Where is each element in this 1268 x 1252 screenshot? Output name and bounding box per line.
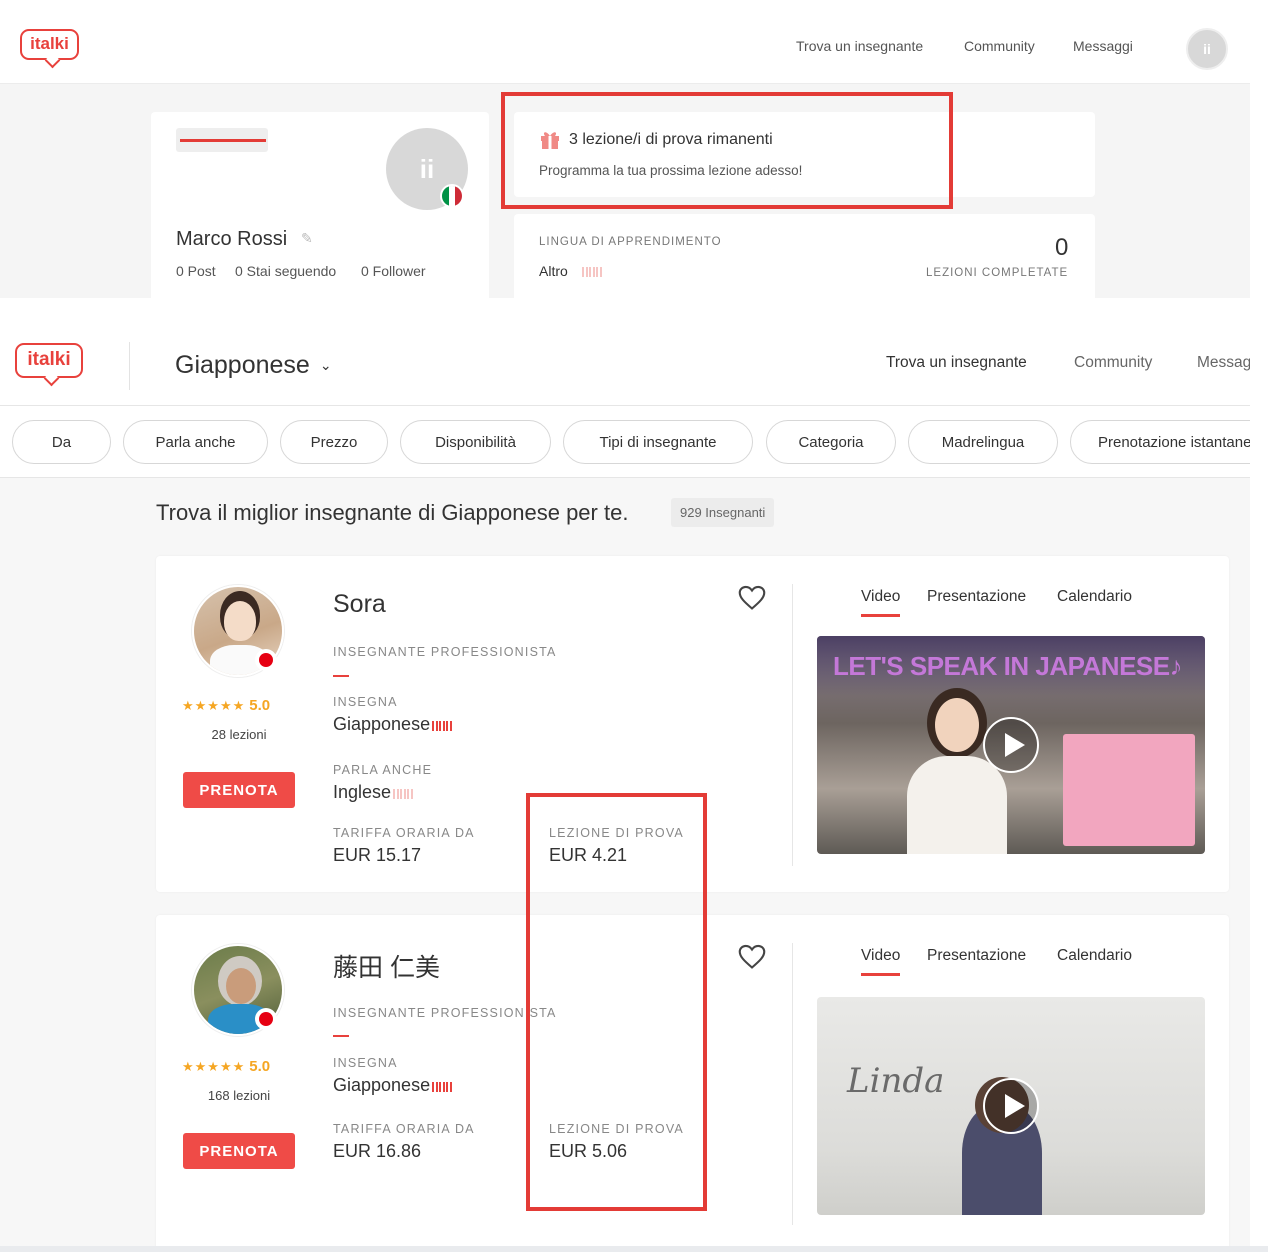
favorite-heart-icon[interactable] — [738, 944, 766, 970]
rating-value: 5.0 — [249, 1058, 271, 1075]
teacher-count-badge: 929 Insegnanti — [671, 498, 775, 527]
filter-teacher-type[interactable]: Tipi di insegnante — [563, 420, 753, 464]
italki-logo[interactable]: italki — [15, 343, 83, 378]
teacher-name[interactable]: 藤田 仁美 — [333, 948, 440, 984]
teacher-search-screenshot: italki Giapponese ⌄ Trova un insegnante C… — [0, 318, 1250, 1248]
results-heading: Trova il miglior insegnante di Giappones… — [156, 500, 629, 525]
following-count[interactable]: 0 Stai seguendo — [235, 263, 336, 279]
top-navbar: italki Trova un insegnante Community Mes… — [0, 0, 1250, 84]
rating-value: 5.0 — [249, 697, 271, 714]
accent-dash — [333, 675, 349, 677]
nav-community[interactable]: Community — [1074, 354, 1152, 372]
nav-find-teacher[interactable]: Trova un insegnante — [796, 38, 923, 54]
gift-icon — [541, 132, 559, 149]
teacher-card[interactable]: ★★★★★ 5.0 28 lezioni PRENOTA Sora INSEGNA… — [156, 556, 1229, 892]
posts-count[interactable]: 0 Post — [176, 263, 216, 279]
tab-video[interactable]: Video — [861, 947, 901, 976]
bottom-edge — [0, 1246, 1268, 1252]
teaches-label: INSEGNA — [333, 1056, 398, 1070]
filter-from[interactable]: Da — [12, 420, 111, 464]
tab-presentation[interactable]: Presentazione — [927, 588, 1026, 606]
profile-screenshot: italki Trova un insegnante Community Mes… — [0, 0, 1250, 298]
filter-price[interactable]: Prezzo — [280, 420, 388, 464]
lessons-count: 168 lezioni — [207, 1088, 271, 1103]
filter-native[interactable]: Madrelingua — [908, 420, 1058, 464]
learning-card: LINGUA DI APPRENDIMENTO Altro 0 LEZIONI … — [514, 214, 1095, 298]
nav-community[interactable]: Community — [964, 38, 1035, 54]
user-avatar[interactable]: ii — [1186, 28, 1228, 70]
filter-also-speaks[interactable]: Parla anche — [123, 420, 268, 464]
hourly-rate: EUR 16.86 — [333, 1141, 422, 1161]
book-button[interactable]: PRENOTA — [183, 772, 295, 808]
filter-availability[interactable]: Disponibilità — [400, 420, 551, 464]
intro-video[interactable]: LET'S SPEAK IN JAPANESE♪ — [817, 636, 1205, 854]
tab-calendar[interactable]: Calendario — [1057, 947, 1132, 965]
learning-language: Altro — [539, 263, 568, 279]
nav-messages[interactable]: Messaggi — [1073, 38, 1133, 54]
language-level-icon — [582, 264, 603, 282]
followers-count[interactable]: 0 Follower — [361, 263, 426, 279]
trial-banner-title: 3 lezione/i di prova rimanenti — [569, 131, 773, 148]
also-speaks-label: PARLA ANCHE — [333, 763, 433, 777]
video-caption: LET'S SPEAK IN JAPANESE♪ — [833, 651, 1183, 681]
book-button[interactable]: PRENOTA — [183, 1133, 295, 1169]
also-speaks-language: Inglese — [333, 782, 414, 804]
filter-bar: Da Parla anche Prezzo Disponibilità Tipi… — [0, 406, 1250, 478]
learning-language-label: LINGUA DI APPRENDIMENTO — [539, 236, 722, 248]
nav-messages[interactable]: Messaggi — [1197, 354, 1250, 372]
tab-presentation[interactable]: Presentazione — [927, 947, 1026, 965]
hourly-rate: EUR 15.17 — [333, 845, 422, 865]
tab-video[interactable]: Video — [861, 588, 901, 617]
tab-calendar[interactable]: Calendario — [1057, 588, 1132, 606]
accent-dash — [333, 1035, 349, 1037]
trial-banner-subtitle: Programma la tua prossima lezione adesso… — [539, 163, 803, 178]
native-level-icon — [432, 1076, 453, 1097]
teacher-card[interactable]: ★★★★★ 5.0 168 lezioni PRENOTA 藤田 仁美 INSEG… — [156, 915, 1229, 1248]
japan-flag-icon — [255, 1008, 277, 1030]
profile-name: Marco Rossi — [176, 228, 288, 250]
rating-stars: ★★★★★ 5.0 — [182, 697, 270, 714]
play-icon[interactable] — [983, 1078, 1039, 1134]
language-level-icon — [393, 783, 414, 804]
hourly-rate-label: TARIFFA ORARIA DA — [333, 1122, 475, 1136]
italy-flag-icon — [440, 184, 464, 208]
completed-label: LEZIONI COMPLETATE — [926, 267, 1069, 279]
trial-lesson-price: EUR 4.21 — [549, 845, 628, 865]
navbar-divider — [129, 342, 130, 390]
rating-stars: ★★★★★ 5.0 — [182, 1058, 270, 1075]
play-icon[interactable] — [983, 717, 1039, 773]
redacted-id — [176, 128, 268, 152]
teaches-language: Giapponese — [333, 1075, 453, 1097]
search-navbar: italki Giapponese ⌄ Trova un insegnante C… — [0, 318, 1250, 406]
teaches-language: Giapponese — [333, 714, 453, 736]
filter-category[interactable]: Categoria — [766, 420, 896, 464]
card-divider — [792, 943, 793, 1225]
filter-instant-booking[interactable]: Prenotazione istantanea — [1070, 420, 1250, 464]
edit-pencil-icon[interactable]: ✎ — [301, 230, 313, 247]
video-caption: Linda — [847, 1061, 945, 1101]
japan-flag-icon — [255, 649, 277, 671]
star-icons: ★★★★★ — [182, 698, 246, 713]
trial-lesson-price: EUR 5.06 — [549, 1141, 628, 1161]
completed-count: 0 — [1055, 234, 1069, 261]
teaches-label: INSEGNA — [333, 695, 398, 709]
teacher-name[interactable]: Sora — [333, 590, 386, 619]
teacher-type: INSEGNANTE PROFESSIONISTA — [333, 1006, 557, 1020]
card-divider — [792, 584, 793, 866]
native-level-icon — [432, 715, 453, 736]
intro-video[interactable]: Linda — [817, 997, 1205, 1215]
language-selector[interactable]: Giapponese ⌄ — [175, 351, 332, 380]
lessons-count: 28 lezioni — [211, 727, 267, 742]
chevron-down-icon: ⌄ — [319, 357, 332, 373]
star-icons: ★★★★★ — [182, 1059, 246, 1074]
italki-logo[interactable]: italki — [20, 29, 79, 60]
profile-card: ii Marco Rossi ✎ 0 Post 0 Stai seguendo … — [151, 112, 489, 298]
favorite-heart-icon[interactable] — [738, 585, 766, 611]
nav-find-teacher[interactable]: Trova un insegnante — [886, 354, 1027, 372]
trial-lesson-label: LEZIONE DI PROVA — [549, 1122, 684, 1136]
hourly-rate-label: TARIFFA ORARIA DA — [333, 826, 475, 840]
teacher-type: INSEGNANTE PROFESSIONISTA — [333, 645, 557, 659]
trial-lesson-label: LEZIONE DI PROVA — [549, 826, 684, 840]
trial-lessons-banner[interactable]: 3 lezione/i di prova rimanenti Programma… — [514, 112, 1095, 197]
